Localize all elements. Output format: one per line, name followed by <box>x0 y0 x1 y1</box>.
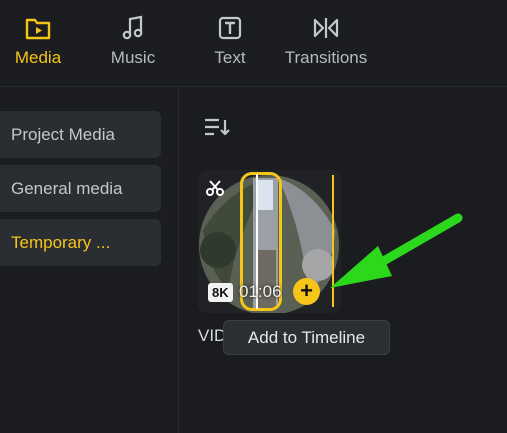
sidebar-item-project-media[interactable]: Project Media <box>0 111 161 158</box>
media-folder-icon <box>23 14 53 42</box>
tab-text-label: Text <box>214 48 246 67</box>
tab-transitions-label: Transitions <box>284 48 368 67</box>
sidebar-item-temporary[interactable]: Temporary ... <box>0 219 161 266</box>
sidebar-item-general-media[interactable]: General media <box>0 165 161 212</box>
music-note-icon <box>118 14 148 42</box>
top-tab-bar: Media Music Text Transitions <box>0 0 507 87</box>
tab-music-label: Music <box>110 48 156 67</box>
tab-music[interactable]: Music <box>103 14 163 74</box>
scissors-icon[interactable] <box>206 179 224 197</box>
transitions-icon <box>311 14 341 42</box>
video-duration: 01:06 <box>239 282 282 301</box>
sort-button[interactable] <box>203 116 231 140</box>
tab-media-label: Media <box>14 48 62 67</box>
tab-text[interactable]: Text <box>200 14 260 74</box>
media-sidebar: Project Media General media Temporary ..… <box>0 88 179 433</box>
text-box-icon <box>215 14 245 42</box>
tab-media[interactable]: Media <box>8 14 68 74</box>
green-arrow-annotation <box>330 213 463 288</box>
tab-transitions[interactable]: Transitions <box>280 14 372 74</box>
sort-icon <box>205 118 230 136</box>
add-to-timeline-tooltip: Add to Timeline <box>223 320 390 355</box>
resolution-badge: 8K <box>208 283 233 302</box>
